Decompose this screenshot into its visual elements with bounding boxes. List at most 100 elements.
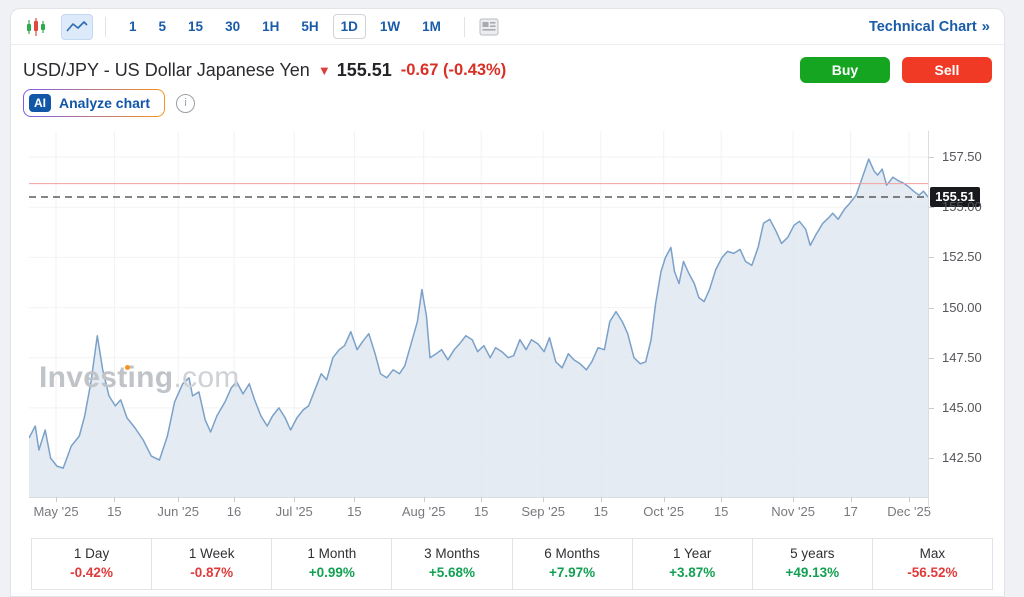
x-axis-tick xyxy=(294,497,295,502)
perf-cell-max: Max -56.52% xyxy=(872,539,992,589)
perf-cell-1-day: 1 Day -0.42% xyxy=(32,539,151,589)
technical-chart-label: Technical Chart xyxy=(869,19,977,35)
x-axis-tick xyxy=(354,497,355,502)
y-axis-label: 145.00 xyxy=(942,400,982,415)
y-axis-label: 142.50 xyxy=(942,450,982,465)
perf-label: 3 Months xyxy=(392,546,511,561)
performance-table: 1 Day -0.42% 1 Week -0.87% 1 Month +0.99… xyxy=(31,538,993,590)
perf-value: +49.13% xyxy=(753,565,872,580)
x-axis-tick xyxy=(178,497,179,502)
perf-cell-1-week: 1 Week -0.87% xyxy=(151,539,271,589)
chevrons-right-icon: » xyxy=(982,18,990,35)
timeframe-5[interactable]: 5 xyxy=(151,14,175,39)
x-axis-label: Jul '25 xyxy=(276,504,313,519)
y-axis-label: 155.00 xyxy=(942,199,982,214)
y-axis-tick xyxy=(929,157,934,158)
x-axis-tick xyxy=(234,497,235,502)
x-axis-label: Sep '25 xyxy=(521,504,565,519)
x-axis-tick xyxy=(543,497,544,502)
perf-label: 1 Day xyxy=(32,546,151,561)
x-axis-tick xyxy=(424,497,425,502)
chart-toolbar: 1 5 15 30 1H 5H 1D 1W 1M Technical Chart… xyxy=(11,9,1004,45)
x-axis-tick xyxy=(114,497,115,502)
price-chart-plot[interactable] xyxy=(29,131,928,497)
y-axis-label: 147.50 xyxy=(942,350,982,365)
x-axis-label: May '25 xyxy=(33,504,78,519)
x-axis-label: 16 xyxy=(227,504,241,519)
x-axis-label: 17 xyxy=(843,504,857,519)
perf-cell-5-years: 5 years +49.13% xyxy=(752,539,872,589)
y-axis-label: 150.00 xyxy=(942,300,982,315)
y-axis-tick xyxy=(929,458,934,459)
candlestick-chart-icon[interactable] xyxy=(25,16,47,38)
chart-card: 1 5 15 30 1H 5H 1D 1W 1M Technical Chart… xyxy=(10,8,1005,597)
perf-label: 1 Year xyxy=(633,546,752,561)
last-price: 155.51 xyxy=(337,60,392,81)
x-axis-tick xyxy=(601,497,602,502)
instrument-header: USD/JPY - US Dollar Japanese Yen ▼ 155.5… xyxy=(23,53,992,87)
x-axis-tick xyxy=(721,497,722,502)
timeframe-1d[interactable]: 1D xyxy=(333,14,366,39)
perf-cell-1-month: 1 Month +0.99% xyxy=(271,539,391,589)
price-change: -0.67 (-0.43%) xyxy=(401,61,506,80)
line-chart-icon[interactable] xyxy=(61,14,93,40)
perf-value: -0.42% xyxy=(32,565,151,580)
perf-label: Max xyxy=(873,546,992,561)
x-axis-label: 15 xyxy=(594,504,608,519)
price-axis[interactable]: 155.51 157.50155.00152.50150.00147.50145… xyxy=(928,131,1005,509)
perf-label: 1 Month xyxy=(272,546,391,561)
x-axis-label: Oct '25 xyxy=(643,504,684,519)
buy-button[interactable]: Buy xyxy=(800,57,890,83)
timeframe-1h[interactable]: 1H xyxy=(254,14,287,39)
perf-value: +0.99% xyxy=(272,565,391,580)
perf-value: +3.87% xyxy=(633,565,752,580)
perf-value: +7.97% xyxy=(513,565,632,580)
timeframe-15[interactable]: 15 xyxy=(180,14,211,39)
x-axis-tick xyxy=(56,497,57,502)
info-icon[interactable]: i xyxy=(176,94,195,113)
x-axis-tick xyxy=(664,497,665,502)
technical-chart-link[interactable]: Technical Chart » xyxy=(869,18,990,35)
news-panel-icon[interactable] xyxy=(477,16,501,38)
x-axis-label: 15 xyxy=(347,504,361,519)
timeframe-1[interactable]: 1 xyxy=(121,14,145,39)
perf-label: 1 Week xyxy=(152,546,271,561)
x-axis-label: Dec '25 xyxy=(887,504,931,519)
ai-analyze-row: AI Analyze chart i xyxy=(23,89,195,117)
toolbar-divider xyxy=(464,17,465,37)
x-axis-tick xyxy=(851,497,852,502)
y-axis-label: 157.50 xyxy=(942,149,982,164)
perf-value: -56.52% xyxy=(873,565,992,580)
x-axis-tick xyxy=(909,497,910,502)
x-axis-tick xyxy=(481,497,482,502)
perf-label: 5 years xyxy=(753,546,872,561)
analyze-chart-button[interactable]: AI Analyze chart xyxy=(23,89,165,117)
y-axis-tick xyxy=(929,257,934,258)
x-axis-label: Jun '25 xyxy=(157,504,199,519)
perf-value: -0.87% xyxy=(152,565,271,580)
perf-cell-1-year: 1 Year +3.87% xyxy=(632,539,752,589)
timeframe-5h[interactable]: 5H xyxy=(293,14,326,39)
price-down-arrow-icon: ▼ xyxy=(318,63,331,78)
x-axis-label: 15 xyxy=(107,504,121,519)
time-axis[interactable]: May '25 15 Jun '25 16 Jul '25 15 Aug '25 15 Sep … xyxy=(29,503,928,521)
timeframe-1m[interactable]: 1M xyxy=(414,14,449,39)
x-axis-label: 15 xyxy=(714,504,728,519)
y-axis-tick xyxy=(929,207,934,208)
ai-badge-icon: AI xyxy=(29,94,51,112)
y-axis-label: 152.50 xyxy=(942,249,982,264)
timeframe-30[interactable]: 30 xyxy=(217,14,248,39)
y-axis-tick xyxy=(929,358,934,359)
y-axis-tick xyxy=(929,408,934,409)
perf-cell-3-months: 3 Months +5.68% xyxy=(391,539,511,589)
perf-cell-6-months: 6 Months +7.97% xyxy=(512,539,632,589)
perf-value: +5.68% xyxy=(392,565,511,580)
x-axis-label: Aug '25 xyxy=(402,504,446,519)
page-title: USD/JPY - US Dollar Japanese Yen xyxy=(23,60,310,81)
timeframe-1w[interactable]: 1W xyxy=(372,14,408,39)
toolbar-divider xyxy=(105,17,106,37)
analyze-chart-label: Analyze chart xyxy=(59,95,150,111)
x-axis-tick xyxy=(793,497,794,502)
x-axis-label: Nov '25 xyxy=(771,504,815,519)
sell-button[interactable]: Sell xyxy=(902,57,992,83)
